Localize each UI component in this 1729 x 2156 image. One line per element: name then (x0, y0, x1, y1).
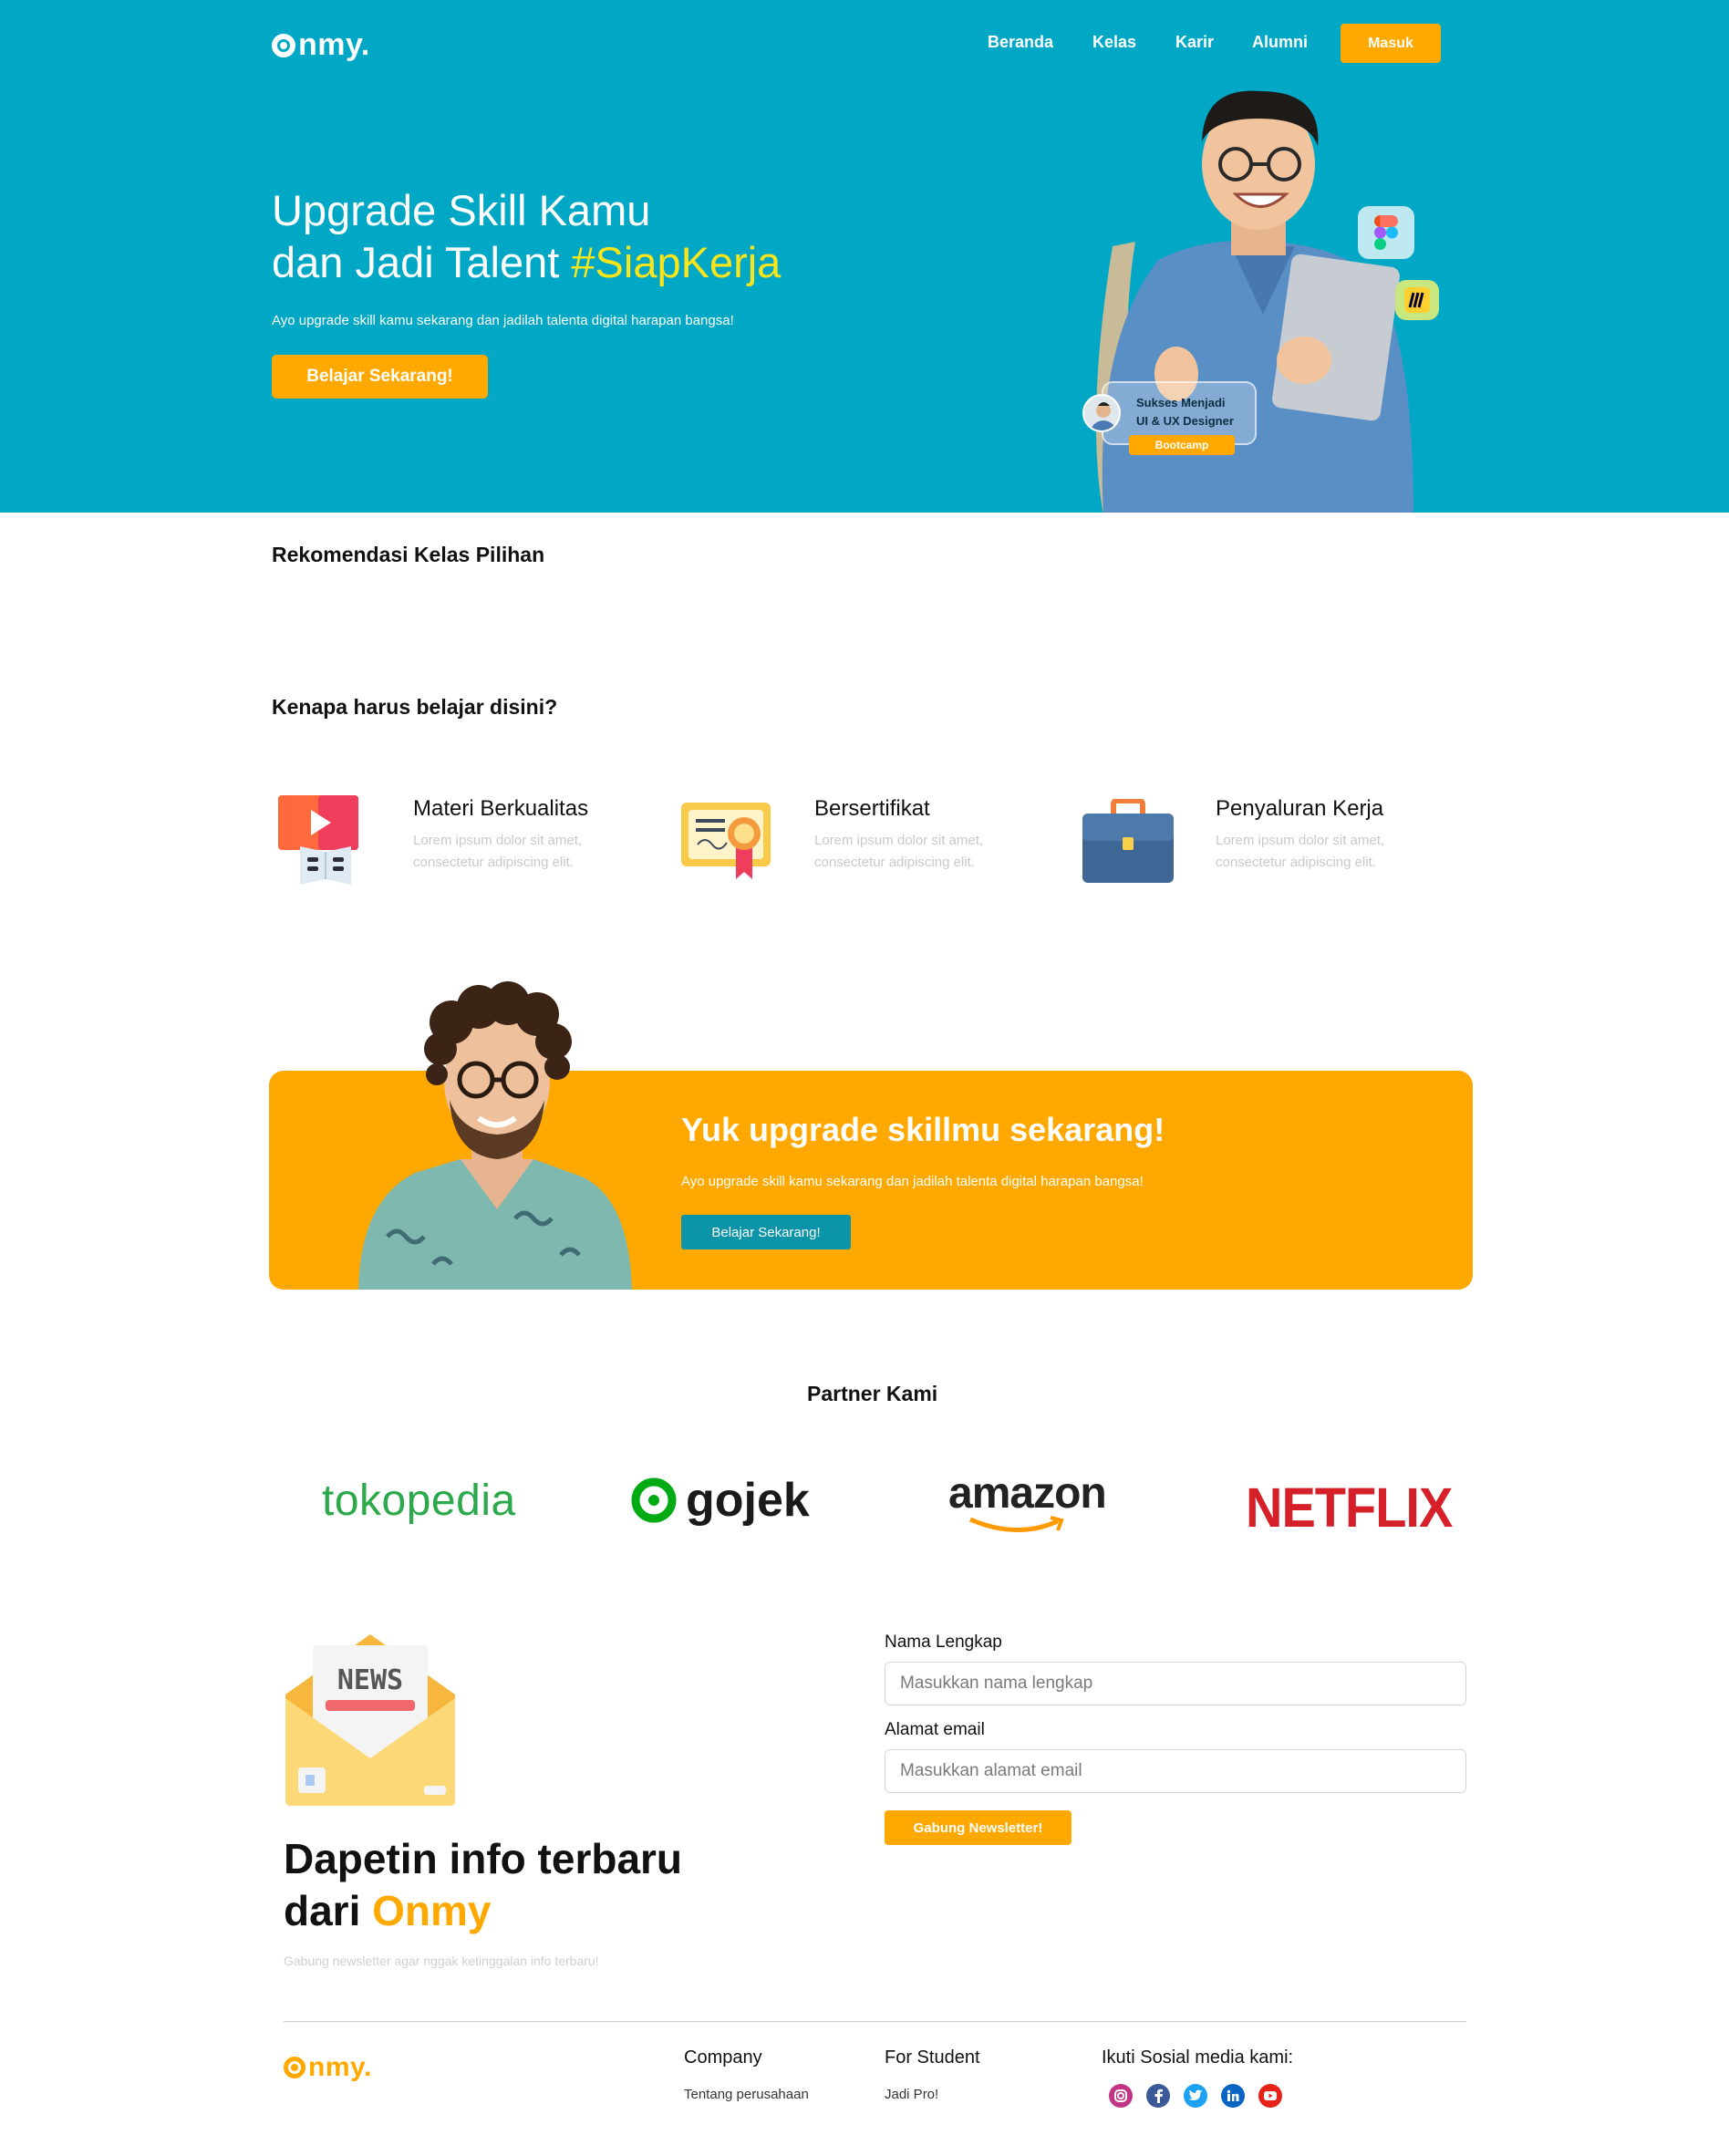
email-label: Alamat email (885, 1720, 985, 1739)
partners-title: Partner Kami (807, 1382, 938, 1405)
email-input[interactable] (885, 1749, 1466, 1793)
nav-karir[interactable]: Karir (1175, 33, 1214, 52)
nav-beranda[interactable]: Beranda (988, 33, 1053, 52)
footer-divider (284, 2021, 1466, 2022)
newsletter-submit-button[interactable]: Gabung Newsletter! (885, 1810, 1072, 1845)
hero-title: Upgrade Skill Kamu dan Jadi Talent #Siap… (272, 186, 782, 286)
amazon-smile-icon (969, 1516, 1064, 1533)
footer-student-heading: For Student (885, 2047, 980, 2068)
brand-logo[interactable]: nmy. (272, 27, 370, 63)
feature-desc: Lorem ipsum dolor sit amet, consectetur … (413, 833, 583, 870)
news-label: NEWS (337, 1664, 403, 1696)
name-label: Nama Lengkap (885, 1633, 1002, 1652)
logo-mark-icon (272, 33, 295, 57)
cta-title: Yuk upgrade skillmu sekarang! (681, 1111, 1165, 1148)
recommend-title: Rekomendasi Kelas Pilihan (272, 543, 545, 566)
success-badge-card: Sukses Menjadi UI & UX Designer Bootcamp (1102, 381, 1257, 455)
twitter-icon[interactable] (1184, 2084, 1207, 2108)
newsletter-envelope-icon: NEWS (285, 1634, 455, 1806)
tokopedia-logo: tokopedia (322, 1477, 516, 1525)
youtube-icon[interactable] (1258, 2084, 1282, 2108)
footer-social-heading: Ikuti Sosial media kami: (1102, 2047, 1294, 2068)
hero-section: nmy. Beranda Kelas Karir Alumni Masuk Up… (0, 0, 1729, 513)
newsletter-title: Dapetin info terbaru dari Onmy (284, 1835, 683, 1934)
feature-title: Penyaluran Kerja (1216, 796, 1384, 821)
gojek-logo: gojek (631, 1473, 810, 1528)
footer-logo[interactable]: nmy. (284, 2052, 372, 2083)
name-input[interactable] (885, 1662, 1466, 1705)
bootcamp-tag: Bootcamp (1129, 435, 1235, 455)
video-book-icon (278, 795, 358, 885)
feature-title: Materi Berkualitas (413, 796, 589, 821)
figma-icon (1358, 206, 1414, 259)
briefcase-icon (1082, 799, 1174, 883)
netflix-logo: NETFLIX (1246, 1475, 1453, 1539)
cta-button[interactable]: Belajar Sekarang! (681, 1215, 851, 1249)
hero-cta-button[interactable]: Belajar Sekarang! (272, 355, 488, 399)
hero-subtitle: Ayo upgrade skill kamu sekarang dan jadi… (272, 313, 734, 328)
footer-link-about[interactable]: Tentang perusahaan (684, 2087, 809, 2102)
logo-mark-icon (284, 2057, 305, 2078)
newsletter-subtitle: Gabung newsletter agar nggak ketinggalan… (284, 1954, 599, 1968)
login-button[interactable]: Masuk (1341, 24, 1441, 63)
gojek-icon (631, 1477, 677, 1523)
curly-man-photo (358, 981, 632, 1290)
feature-title: Bersertifikat (814, 796, 930, 821)
facebook-icon[interactable] (1146, 2084, 1170, 2108)
cta-subtitle: Ayo upgrade skill kamu sekarang dan jadi… (681, 1174, 1144, 1189)
feature-desc: Lorem ipsum dolor sit amet, consectetur … (814, 833, 984, 870)
certificate-icon (681, 803, 771, 879)
nav-kelas[interactable]: Kelas (1092, 33, 1136, 52)
instagram-icon[interactable] (1109, 2084, 1133, 2108)
nav-alumni[interactable]: Alumni (1252, 33, 1308, 52)
avatar (1082, 394, 1121, 432)
why-title: Kenapa harus belajar disini? (272, 695, 558, 719)
footer-company-heading: Company (684, 2047, 762, 2068)
miro-icon (1395, 280, 1439, 320)
feature-desc: Lorem ipsum dolor sit amet, consectetur … (1216, 833, 1385, 870)
amazon-logo: amazon (948, 1468, 1107, 1533)
footer-link-pro[interactable]: Jadi Pro! (885, 2087, 938, 2102)
linkedin-icon[interactable] (1221, 2084, 1245, 2108)
